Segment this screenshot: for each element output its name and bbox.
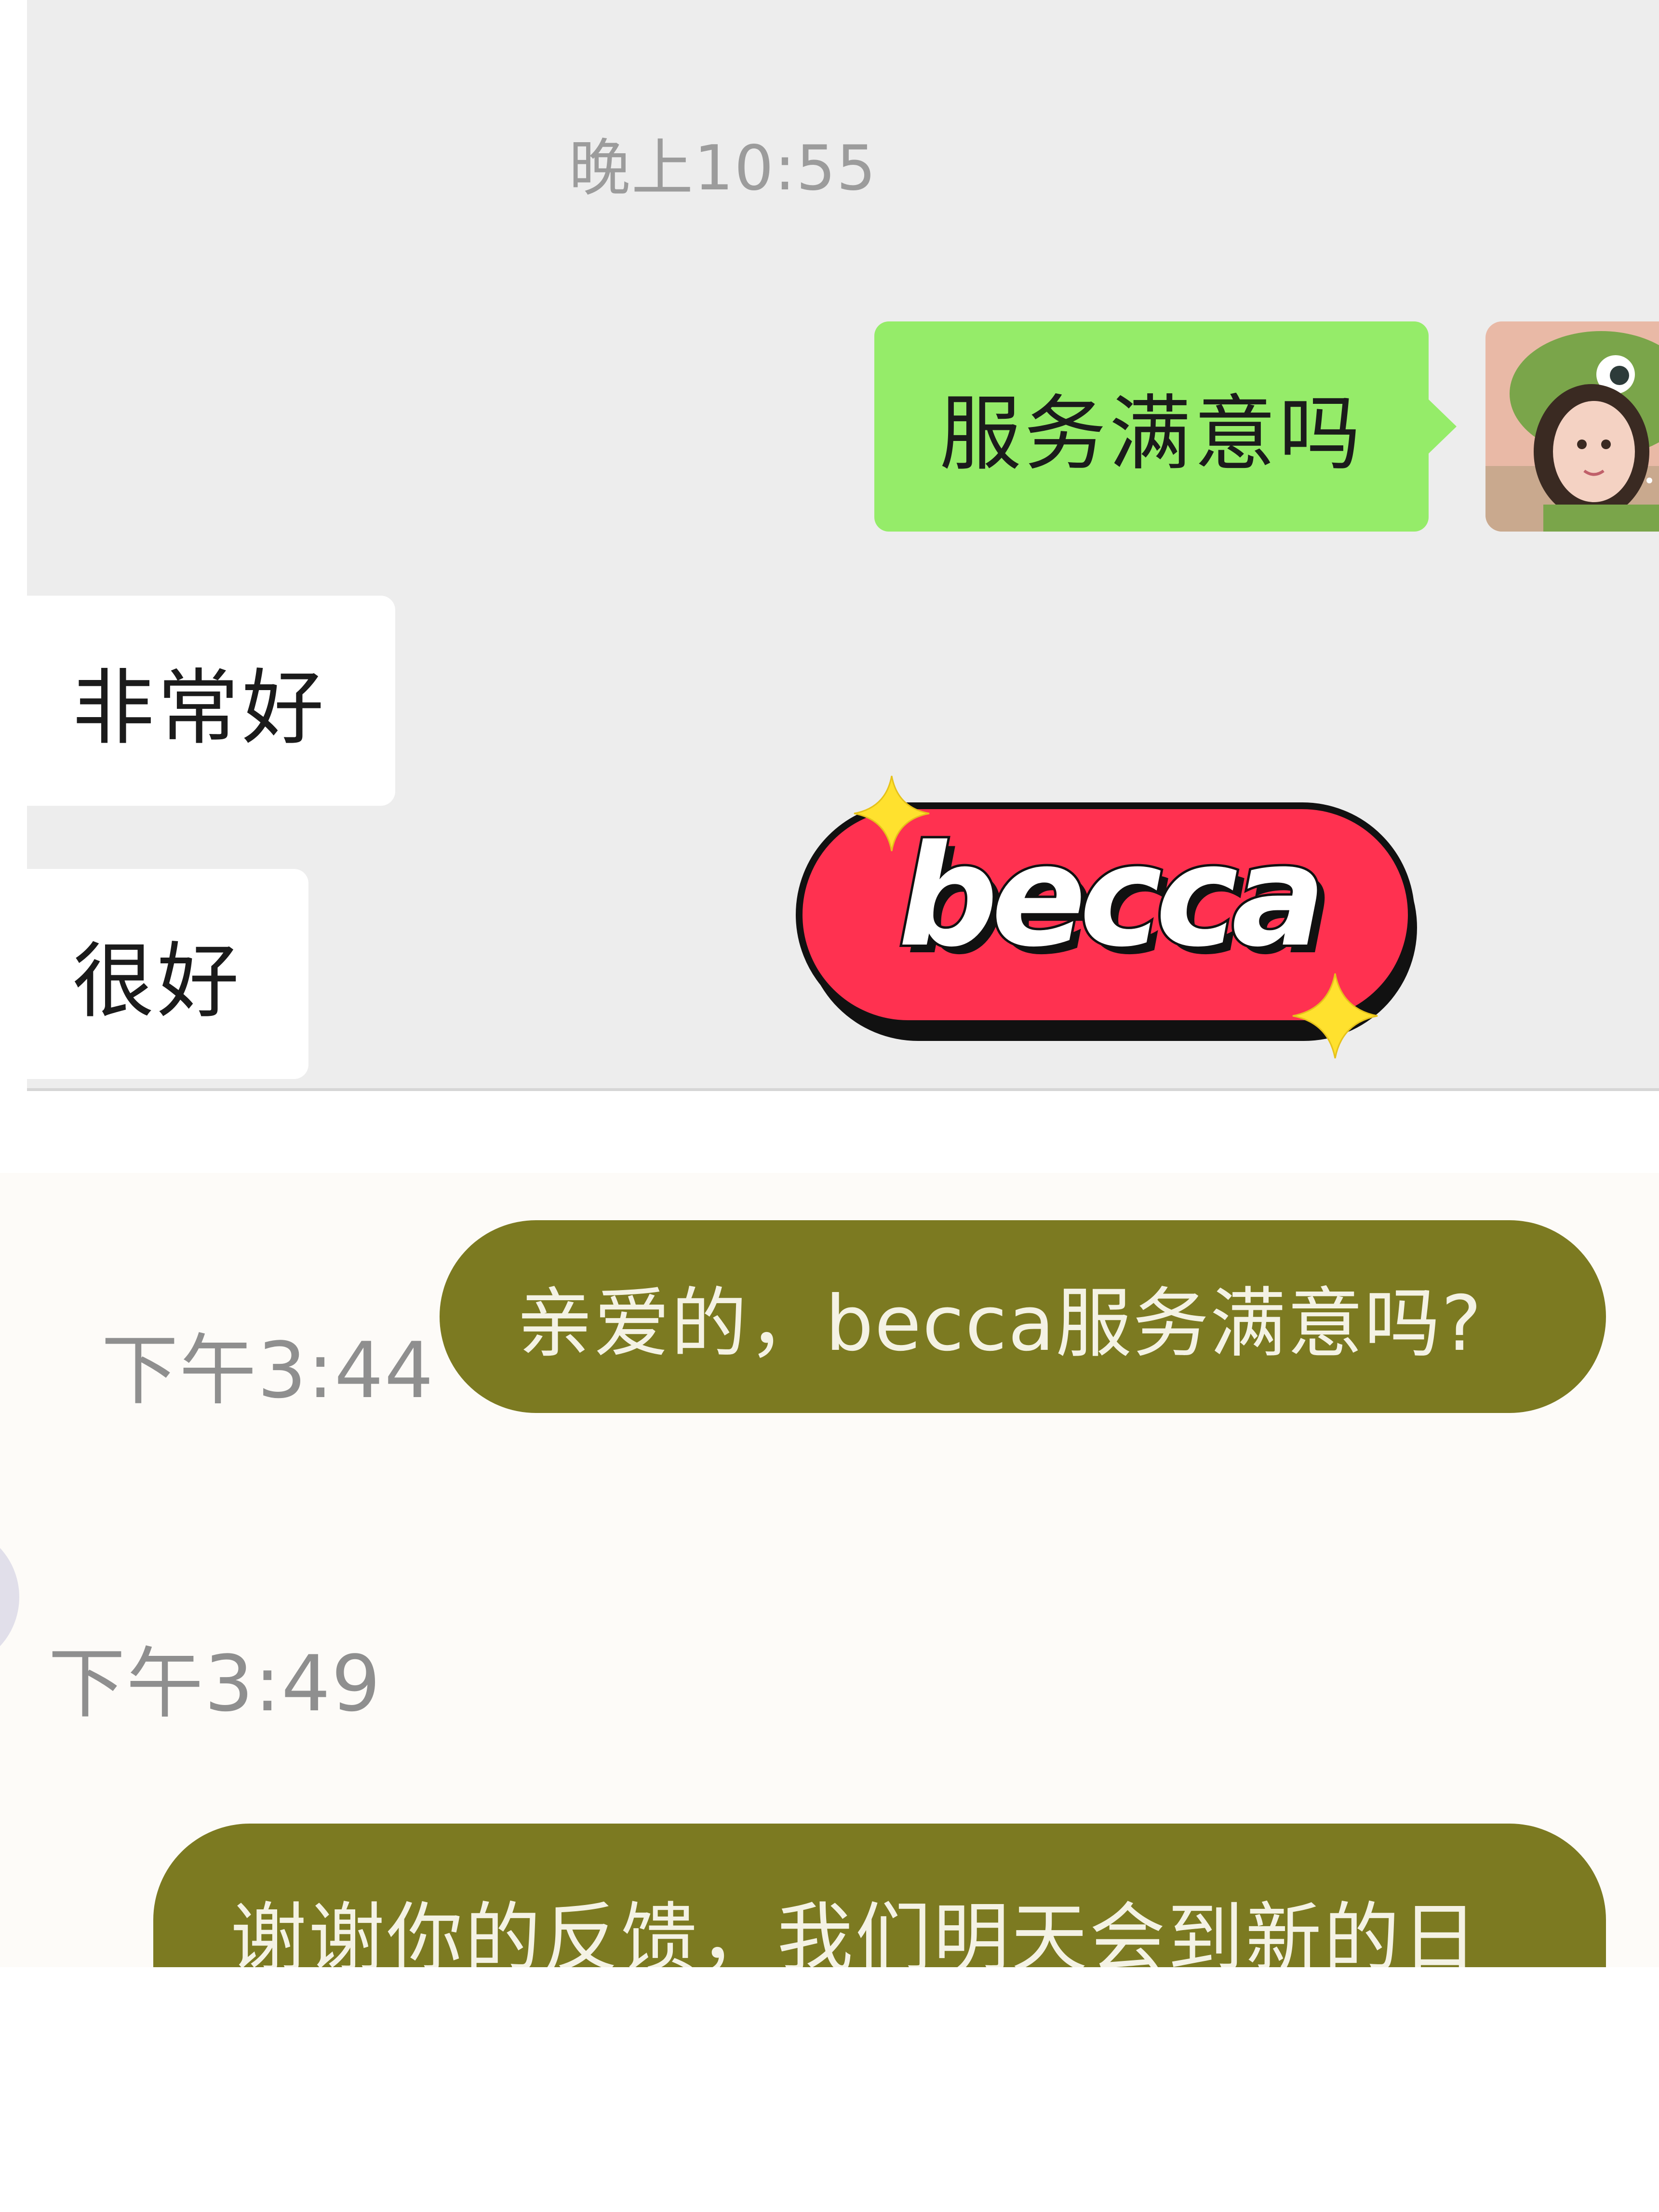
incoming-message-bubble[interactable]: 谢谢你的反馈，我们明天会到新的日 — [153, 1824, 1606, 1967]
avatar-girl-dino-hat-icon[interactable] — [1485, 321, 1659, 532]
incoming-message-text: 很好 — [72, 934, 242, 1029]
avatar-image — [1485, 321, 1659, 532]
incoming-message-text: 谢谢你的反馈，我们明天会到新的日 — [230, 1894, 1480, 1967]
outgoing-message-text: 亲爱的，becca服务满意吗? — [517, 1279, 1483, 1368]
incoming-message-bubble[interactable]: 很好 — [27, 869, 308, 1079]
message-time: 下午3:44 — [101, 1325, 435, 1415]
becca-sticker: becca becca — [796, 775, 1417, 1059]
chat-panel-bottom: 下午3:44 亲爱的，becca服务满意吗? 下午3:49 谢谢你的反馈，我们明… — [0, 1091, 1659, 1967]
outgoing-message-bubble[interactable]: 服务满意吗 — [874, 321, 1457, 532]
avatar[interactable] — [0, 1525, 19, 1669]
outgoing-message-text: 服务满意吗 — [939, 386, 1364, 482]
message-timestamp: 晚上10:55 — [569, 133, 877, 204]
incoming-message-bubble[interactable]: 非常好 — [27, 596, 395, 806]
screenshot-collage: 晚上10:55 服务满意吗 非常好 很好 becca becca 下午3:44 … — [0, 0, 1659, 2212]
sticker-label: becca — [898, 815, 1319, 978]
incoming-message-text: 非常好 — [72, 661, 327, 756]
blank-area — [0, 1967, 1659, 2212]
outgoing-message-bubble[interactable]: 亲爱的，becca服务满意吗? — [440, 1220, 1606, 1413]
message-time: 下午3:49 — [48, 1639, 382, 1729]
panel-spacer — [0, 1091, 1659, 1173]
